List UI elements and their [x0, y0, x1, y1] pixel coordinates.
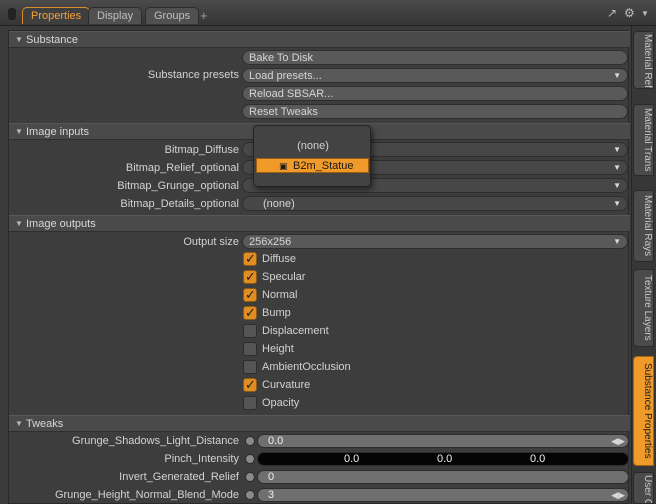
bitmap-diffuse-label: Bitmap_Diffuse — [164, 144, 239, 156]
substance-presets-label: Substance presets — [147, 69, 239, 81]
slider-value: 3 — [268, 489, 275, 501]
invert-relief-label: Invert_Generated_Relief — [119, 471, 239, 483]
gear-icon[interactable]: ⚙ — [624, 6, 635, 20]
reset-tweaks-button[interactable]: Reset Tweaks — [242, 104, 628, 119]
chevron-down-icon: ▼ — [613, 199, 621, 208]
invert-relief-field[interactable]: 0 — [257, 470, 629, 484]
ambient-occlusion-checkbox[interactable] — [243, 360, 257, 374]
bitmap-details-label: Bitmap_Details_optional — [120, 198, 239, 210]
side-tab-material-ref[interactable]: Material Ref — [633, 31, 654, 89]
dropdown-value: Load presets... — [249, 70, 322, 82]
pinch-z-value[interactable]: 0.0 — [530, 453, 545, 465]
side-tab-user[interactable]: User C — [633, 472, 654, 504]
collapse-triangle-icon[interactable]: ▼ — [15, 219, 23, 228]
bitmap-details-dropdown[interactable]: (none) ▼ — [242, 196, 628, 211]
collapse-triangle-icon[interactable]: ▼ — [15, 35, 23, 44]
section-image-outputs[interactable]: ▼ Image outputs — [9, 215, 630, 232]
chevron-down-icon: ▼ — [613, 181, 621, 190]
invert-relief-channel-radio[interactable] — [245, 472, 255, 482]
opacity-label: Opacity — [262, 397, 300, 409]
bump-checkbox[interactable] — [243, 305, 257, 321]
image-picker-popup: (none) ▣ B2m_Statue — [253, 125, 371, 187]
grunge-shadows-channel-radio[interactable] — [245, 436, 255, 446]
dropdown-value: 256x256 — [249, 236, 292, 248]
tab-groups[interactable]: Groups — [145, 7, 200, 24]
pinch-intensity-label: Pinch_Intensity — [164, 453, 239, 465]
section-substance[interactable]: ▼ Substance — [9, 31, 630, 48]
substance-presets-dropdown[interactable]: Load presets... ▼ — [242, 68, 628, 83]
diffuse-label: Diffuse — [262, 253, 297, 265]
normal-checkbox[interactable] — [243, 287, 257, 303]
bump-label: Bump — [262, 307, 291, 319]
collapse-triangle-icon[interactable]: ▼ — [15, 419, 23, 428]
blend-mode-channel-radio[interactable] — [245, 490, 255, 500]
popup-option-selected[interactable]: ▣ B2m_Statue — [256, 158, 369, 173]
tab-properties[interactable]: Properties — [22, 7, 91, 24]
section-title: Image outputs — [26, 218, 96, 230]
properties-panel: ▼ Substance Bake To Disk Substance prese… — [8, 30, 630, 504]
section-title: Image inputs — [26, 126, 89, 138]
ambient-occlusion-label: AmbientOcclusion — [262, 361, 351, 373]
side-tab-material-trans[interactable]: Material Trans — [633, 104, 654, 176]
tab-label: Display — [97, 10, 134, 22]
chevron-down-icon: ▼ — [613, 71, 621, 80]
field-value: 0 — [268, 471, 275, 483]
diffuse-checkbox[interactable] — [243, 251, 257, 267]
side-tab-material-rays[interactable]: Material Rays — [633, 190, 654, 262]
dropdown-value: (none) — [263, 198, 295, 210]
option-label: B2m_Statue — [293, 160, 354, 172]
image-icon: ▣ — [279, 161, 288, 171]
specular-checkbox[interactable] — [243, 269, 257, 285]
drag-arrows-icon[interactable]: ◀▶ — [611, 436, 625, 447]
pinch-y-value[interactable]: 0.0 — [437, 453, 452, 465]
add-tab-button[interactable]: + — [200, 8, 208, 23]
popup-option-none[interactable]: (none) — [254, 140, 372, 152]
bitmap-grunge-label: Bitmap_Grunge_optional — [117, 180, 239, 192]
output-size-dropdown[interactable]: 256x256 ▼ — [242, 234, 628, 249]
side-tab-substance-properties[interactable]: Substance Properties — [633, 356, 654, 466]
displacement-label: Displacement — [262, 325, 329, 337]
side-tab-texture-layers[interactable]: Texture Layers — [633, 269, 654, 347]
tab-label: Groups — [154, 10, 191, 22]
grunge-shadows-slider[interactable]: 0.0 ◀▶ — [257, 434, 629, 448]
side-tab-bar: Material Ref Material Trans Material Ray… — [631, 26, 656, 504]
curvature-checkbox[interactable] — [243, 377, 257, 393]
chevron-down-icon[interactable]: ▼ — [641, 9, 649, 18]
tab-label: Properties — [31, 10, 82, 22]
expand-icon[interactable]: ↗ — [607, 6, 617, 20]
pinch-intensity-channel-radio[interactable] — [245, 454, 255, 464]
panel-header: Properties Display Groups + ↗ ⚙ ▼ — [0, 0, 656, 26]
output-size-label: Output size — [183, 236, 239, 248]
pinch-x-value[interactable]: 0.0 — [344, 453, 359, 465]
collapse-triangle-icon[interactable]: ▼ — [15, 127, 23, 136]
height-checkbox[interactable] — [243, 342, 257, 356]
chevron-down-icon: ▼ — [613, 163, 621, 172]
specular-label: Specular — [262, 271, 306, 283]
pinch-intensity-field[interactable]: 0.0 0.0 0.0 — [257, 452, 629, 466]
bake-to-disk-button[interactable]: Bake To Disk — [242, 50, 628, 65]
reload-sbsar-button[interactable]: Reload SBSAR... — [242, 86, 628, 101]
displacement-checkbox[interactable] — [243, 324, 257, 338]
height-label: Height — [262, 343, 294, 355]
section-title: Tweaks — [26, 418, 64, 430]
opacity-checkbox[interactable] — [243, 396, 257, 410]
bitmap-relief-label: Bitmap_Relief_optional — [125, 162, 239, 174]
slider-value: 0.0 — [268, 435, 284, 447]
normal-label: Normal — [262, 289, 298, 301]
curvature-label: Curvature — [262, 379, 311, 391]
section-title: Substance — [26, 34, 78, 46]
tab-display[interactable]: Display — [88, 7, 143, 24]
chevron-down-icon: ▼ — [613, 237, 621, 246]
grunge-shadows-label: Grunge_Shadows_Light_Distance — [72, 435, 239, 447]
section-tweaks[interactable]: ▼ Tweaks — [9, 415, 630, 432]
blend-mode-slider[interactable]: 3 ◀▶ — [257, 488, 629, 502]
chevron-down-icon: ▼ — [613, 145, 621, 154]
drag-handle[interactable] — [8, 8, 16, 20]
blend-mode-label: Grunge_Height_Normal_Blend_Mode — [54, 489, 239, 501]
drag-arrows-icon[interactable]: ◀▶ — [611, 490, 625, 501]
